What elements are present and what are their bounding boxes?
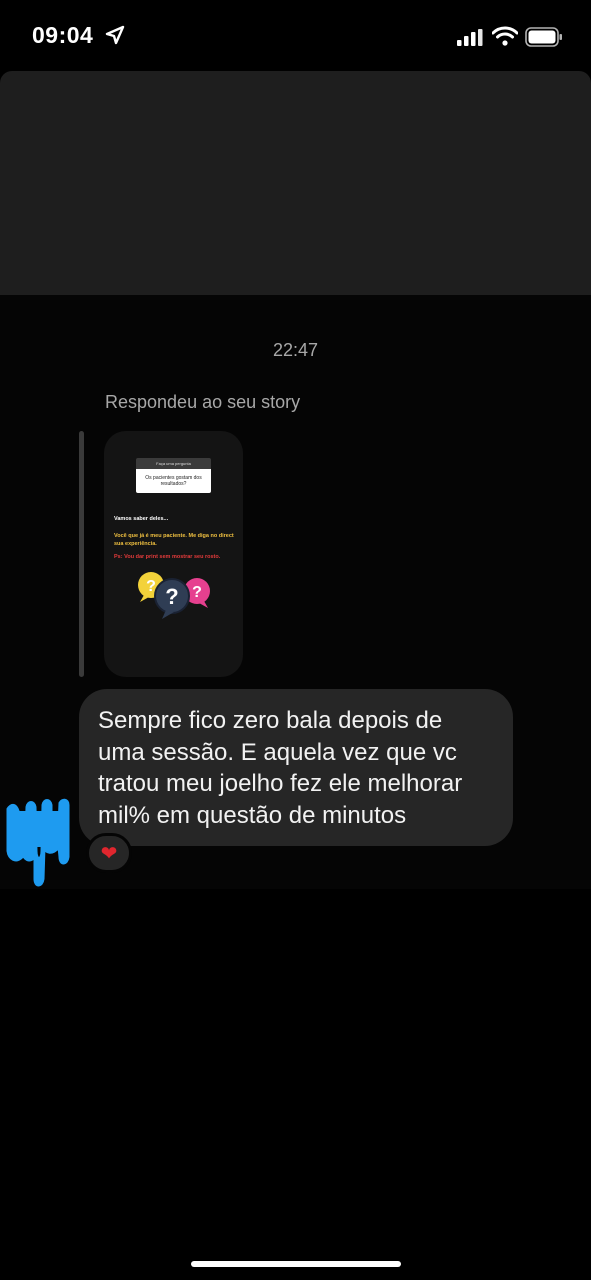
status-bar: 09:04	[0, 0, 591, 72]
home-indicator[interactable]	[191, 1261, 401, 1267]
heart-reaction-icon[interactable]: ❤	[86, 833, 132, 873]
question-box-header: Faça uma pergunta	[136, 458, 211, 469]
story-text-line: Vamos saber deles...	[114, 516, 169, 522]
replied-to-story-label: Respondeu ao seu story	[105, 392, 301, 412]
svg-text:?: ?	[192, 584, 202, 601]
wifi-icon	[492, 26, 518, 46]
cellular-signal-icon	[457, 29, 483, 46]
message-timestamp: 22:47	[272, 340, 319, 360]
question-box-text: Os pacientes gostam dos resultados?	[136, 469, 211, 493]
question-bubbles-illustration: ? ? ?	[138, 572, 210, 619]
story-text-line: Você que já é meu paciente. Me diga no d…	[114, 533, 234, 547]
svg-text:?: ?	[165, 584, 178, 609]
status-time: 09:04	[32, 22, 94, 48]
reply-quote-bar	[79, 431, 84, 677]
location-arrow-icon	[105, 25, 125, 45]
top-panel	[0, 71, 591, 295]
battery-icon	[525, 27, 562, 47]
story-thumbnail[interactable]: Faça uma pergunta Os pacientes gostam do…	[104, 431, 243, 677]
story-text-line: Ps: Vou dar print sem mostrar seu rosto.	[114, 554, 221, 560]
sender-avatar[interactable]	[2, 797, 72, 889]
message-bubble[interactable]: Sempre fico zero bala depois de uma sess…	[79, 689, 513, 846]
